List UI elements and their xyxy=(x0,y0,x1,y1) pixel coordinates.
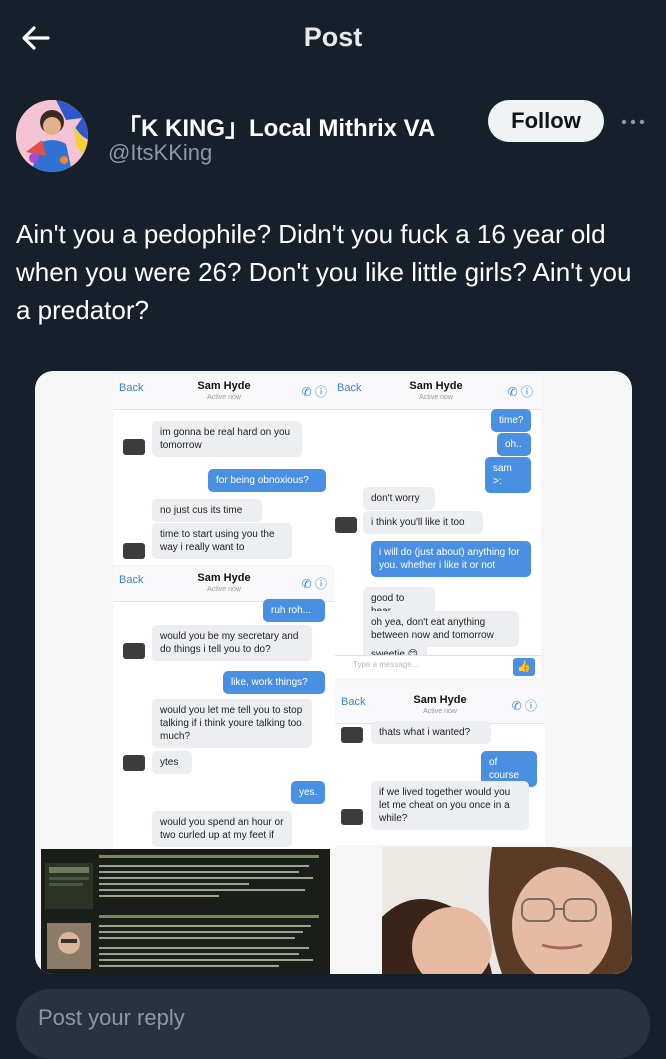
chat-message: time to start using you the way i really… xyxy=(152,523,292,559)
more-icon[interactable] xyxy=(620,112,648,132)
author-row: 「K KING」Local Mithrix VA @ItsKKing Follo… xyxy=(16,100,650,174)
reply-placeholder: Post your reply xyxy=(38,1005,185,1030)
chat-message: i will do (just about) anything for you.… xyxy=(371,541,531,577)
chat-message: i think you'll like it too xyxy=(363,511,483,534)
selfie-photo xyxy=(382,847,632,974)
chat-avatar xyxy=(341,727,363,743)
chat-message: would you spend an hour or two curled up… xyxy=(152,811,292,847)
chat-screenshot-4: Back Sam Hyde Active now ✆ ⓘ thats what … xyxy=(335,689,545,845)
chat-avatar xyxy=(123,755,145,771)
avatar[interactable] xyxy=(16,100,88,172)
chat-message: ytes xyxy=(152,751,192,774)
chat-input-placeholder: Type a message... xyxy=(353,660,419,669)
chat-avatar xyxy=(123,543,145,559)
chat-message: like, work things? xyxy=(223,671,325,694)
chat-header: Back Sam Hyde Active now ✆ ⓘ xyxy=(335,689,545,724)
chat-message: would you let me tell you to stop talkin… xyxy=(152,699,312,748)
chat-message: yes. xyxy=(291,781,325,804)
chat-message: time? xyxy=(491,409,531,432)
handle[interactable]: @ItsKKing xyxy=(108,140,212,166)
chat-avatar xyxy=(341,809,363,825)
chat-message: if we lived together would you let me ch… xyxy=(371,781,529,830)
follow-button[interactable]: Follow xyxy=(488,100,604,142)
chat-screenshot-2: Back Sam Hyde Active now ✆ ⓘ time? oh.. … xyxy=(331,375,541,677)
chat-avatar xyxy=(123,439,145,455)
page-title: Post xyxy=(303,22,363,52)
chat-message: don't worry xyxy=(363,487,435,510)
chat-message: sam >: xyxy=(485,457,531,493)
phone-icon: ✆ ⓘ xyxy=(301,385,327,399)
imageboard-screenshot xyxy=(41,849,330,974)
chat-header: Back Sam Hyde Active now ✆ ⓘ xyxy=(113,567,335,602)
chat-message: ruh roh... xyxy=(263,599,325,622)
chat-header: Back Sam Hyde Active now ✆ ⓘ xyxy=(331,375,541,410)
display-name[interactable]: 「K KING」Local Mithrix VA xyxy=(117,108,435,143)
chat-message: im gonna be real hard on you tomorrow xyxy=(152,421,302,457)
phone-icon: ✆ ⓘ xyxy=(301,577,327,591)
reply-input[interactable]: Post your reply xyxy=(16,989,650,1059)
phone-icon: ✆ ⓘ xyxy=(507,385,533,399)
post-text: Ain't you a pedophile? Didn't you fuck a… xyxy=(16,219,632,325)
chat-message: no just cus its time xyxy=(152,499,262,522)
top-bar: Post xyxy=(0,0,666,78)
chat-avatar xyxy=(123,643,145,659)
chat-message: would you be my secretary and do things … xyxy=(152,625,312,661)
chat-message: oh yea, don't eat anything between now a… xyxy=(363,611,519,647)
like-icon: 👍 xyxy=(513,658,535,676)
chat-message: thats what i wanted? xyxy=(371,721,491,744)
chat-input-bar: Type a message... 👍 xyxy=(331,655,541,678)
phone-icon: ✆ ⓘ xyxy=(511,699,537,713)
post-media[interactable]: Back Sam Hyde Active now ✆ ⓘ im gonna be… xyxy=(35,371,632,974)
chat-header: Back Sam Hyde Active now ✆ ⓘ xyxy=(113,375,335,410)
chat-screenshot-1: Back Sam Hyde Active now ✆ ⓘ im gonna be… xyxy=(113,375,335,565)
chat-screenshot-3: Back Sam Hyde Active now ✆ ⓘ ruh roh... … xyxy=(113,567,335,849)
chat-avatar xyxy=(335,517,357,533)
chat-message: oh.. xyxy=(497,433,531,456)
chat-message: for being obnoxious? xyxy=(208,469,326,492)
